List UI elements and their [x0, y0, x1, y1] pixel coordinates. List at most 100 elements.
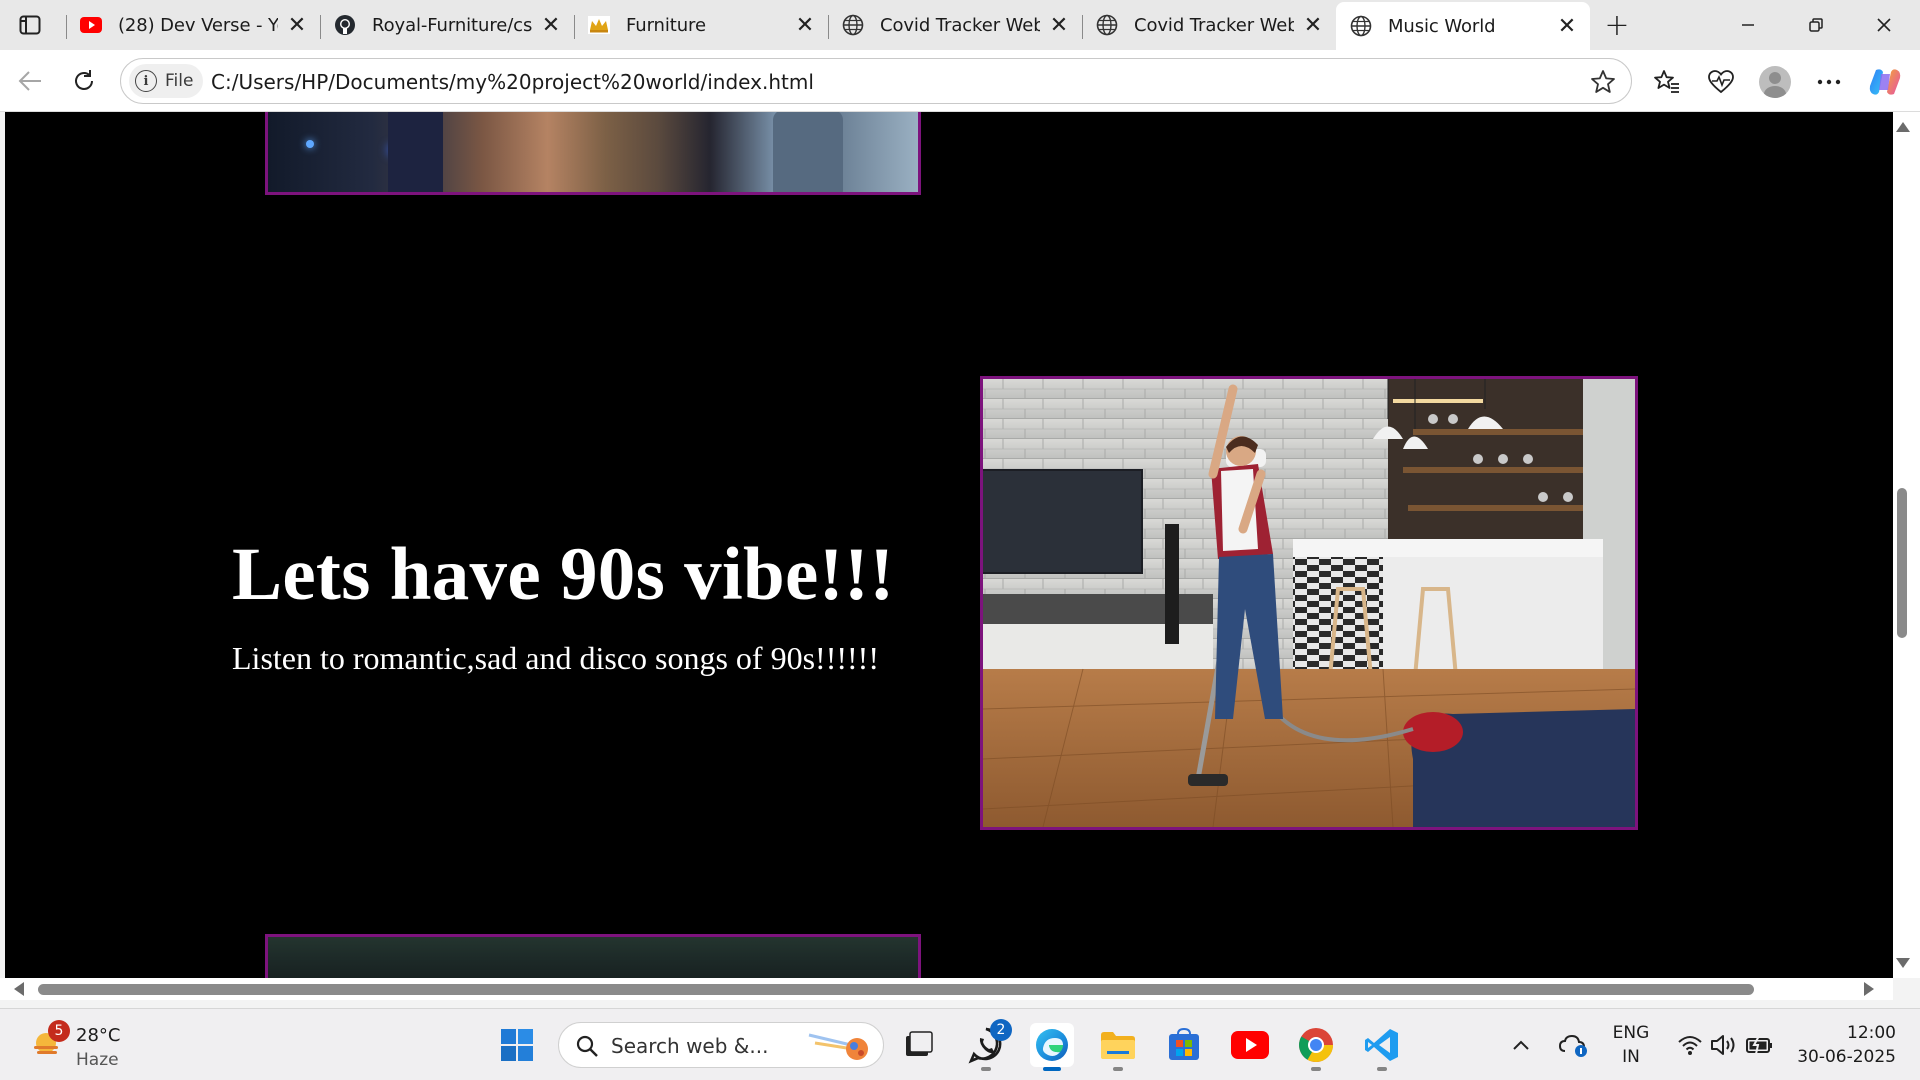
edge-browser-icon	[1036, 1029, 1068, 1061]
task-view-button[interactable]	[896, 1023, 940, 1067]
start-button[interactable]	[495, 1023, 539, 1067]
light-spot	[306, 140, 314, 148]
weather-widget[interactable]: 5 28°C Haze	[26, 1019, 156, 1071]
crown-icon	[588, 14, 610, 36]
back-arrow-icon	[18, 71, 41, 91]
scroll-left-arrow-icon[interactable]	[14, 982, 24, 996]
refresh-button[interactable]	[64, 61, 104, 101]
language-code: ENG	[1612, 1023, 1650, 1043]
folder-icon	[1101, 1032, 1135, 1059]
language-indicator[interactable]: ENG IN	[1600, 1023, 1662, 1067]
horizontal-scrollbar[interactable]	[0, 978, 1893, 1000]
plus-icon: +	[1604, 7, 1630, 43]
address-bar[interactable]: i File C:/Users/HP/Documents/my%20projec…	[120, 58, 1632, 104]
tab-separator	[1082, 15, 1083, 39]
tab-title: Covid Tracker Website	[1134, 14, 1294, 36]
chevron-up-icon	[1513, 1040, 1529, 1050]
taskbar: 5 28°C Haze Search web &... 2 ENG IN 12:…	[0, 1008, 1920, 1080]
speaker-icon	[1711, 1035, 1735, 1055]
close-icon[interactable]: ✕	[284, 12, 310, 38]
vscode-icon	[1365, 1029, 1398, 1061]
comet-illustration-icon	[808, 1033, 868, 1060]
scroll-up-arrow-icon[interactable]	[1896, 122, 1910, 132]
show-hidden-icons-button[interactable]	[1503, 1023, 1539, 1067]
person-silhouette	[388, 112, 443, 192]
tab-title: Music World	[1388, 15, 1496, 37]
weather-condition: Haze	[76, 1050, 119, 1070]
tab-furniture[interactable]: Furniture ✕	[574, 6, 828, 44]
tab-title: (28) Dev Verse - YouTube	[118, 14, 278, 36]
tab-actions-button[interactable]	[12, 10, 48, 40]
tab-covid-tracker-2[interactable]: Covid Tracker Website ✕	[1082, 6, 1336, 44]
close-icon[interactable]: ✕	[792, 12, 818, 38]
tab-covid-tracker-1[interactable]: Covid Tracker Website ✕	[828, 6, 1082, 44]
windows-logo-icon	[501, 1029, 533, 1061]
new-tab-button[interactable]: +	[1600, 7, 1634, 43]
scroll-right-arrow-icon[interactable]	[1864, 982, 1874, 996]
url-text[interactable]: C:/Users/HP/Documents/my%20project%20wor…	[211, 70, 814, 94]
page-viewport[interactable]: Lets have 90s vibe!!! Listen to romantic…	[5, 112, 1893, 978]
more-options-button[interactable]	[1810, 63, 1848, 101]
notification-badge: 2	[990, 1019, 1012, 1041]
woman-dancing-vacuum-photo	[980, 376, 1638, 830]
site-info-button[interactable]: i File	[129, 64, 204, 98]
chrome-button[interactable]	[1294, 1023, 1338, 1071]
tab-separator	[574, 15, 575, 39]
browser-essentials-button[interactable]	[1702, 63, 1740, 101]
scroll-down-arrow-icon[interactable]	[1896, 958, 1910, 968]
running-indicator	[1043, 1067, 1061, 1071]
favorites-button[interactable]	[1648, 63, 1686, 101]
vertical-scrollbar[interactable]	[1893, 112, 1920, 978]
scheme-label: File	[165, 71, 194, 91]
clock[interactable]: 12:00 30-06-2025	[1786, 1023, 1896, 1067]
edge-button[interactable]	[1030, 1023, 1074, 1071]
microsoft-store-button[interactable]	[1162, 1023, 1206, 1067]
volume-button[interactable]	[1706, 1023, 1742, 1067]
close-icon	[1877, 18, 1891, 32]
close-icon[interactable]: ✕	[1554, 13, 1580, 39]
taskbar-search[interactable]: Search web &...	[558, 1022, 884, 1068]
globe-icon	[842, 14, 864, 36]
close-icon[interactable]: ✕	[1046, 12, 1072, 38]
running-indicator	[981, 1067, 991, 1071]
youtube-app-button[interactable]	[1228, 1023, 1272, 1067]
cloud-sync-icon	[1559, 1034, 1587, 1057]
github-icon	[334, 14, 356, 36]
person-silhouette	[773, 112, 843, 192]
notification-badge: 5	[48, 1020, 70, 1042]
battery-button[interactable]	[1742, 1023, 1778, 1067]
tab-music-world[interactable]: Music World ✕	[1336, 2, 1590, 50]
close-window-button[interactable]	[1852, 0, 1916, 50]
horizontal-scroll-thumb[interactable]	[38, 984, 1754, 995]
photo-illustration	[983, 379, 1635, 827]
store-icon	[1169, 1028, 1199, 1060]
vscode-button[interactable]	[1360, 1023, 1404, 1071]
search-icon	[576, 1035, 598, 1057]
whatsapp-button[interactable]: 2	[964, 1019, 1012, 1071]
copilot-button[interactable]	[1866, 63, 1904, 101]
tab-title: Furniture	[626, 14, 706, 36]
back-button[interactable]	[10, 61, 50, 101]
file-explorer-button[interactable]	[1096, 1023, 1140, 1071]
tab-github[interactable]: Royal-Furniture/css/ ✕	[320, 6, 574, 44]
clock-time: 12:00	[1847, 1023, 1896, 1043]
vertical-scroll-thumb[interactable]	[1897, 488, 1907, 638]
network-button[interactable]	[1672, 1023, 1708, 1067]
tab-youtube[interactable]: (28) Dev Verse - YouTube ✕	[66, 6, 320, 44]
battery-charging-icon	[1746, 1035, 1772, 1055]
copilot-icon	[1869, 69, 1901, 95]
onedrive-button[interactable]	[1554, 1023, 1594, 1067]
heart-pulse-icon	[1708, 70, 1734, 94]
minimize-button[interactable]	[1716, 0, 1780, 50]
tab-strip: (28) Dev Verse - YouTube ✕ Royal-Furnitu…	[0, 0, 1920, 50]
hero-title: Lets have 90s vibe!!!	[232, 533, 895, 616]
info-icon: i	[135, 70, 157, 92]
favorite-star-icon[interactable]	[1589, 68, 1617, 96]
profile-button[interactable]	[1756, 63, 1794, 101]
people-photo	[265, 112, 921, 195]
wifi-icon	[1678, 1036, 1702, 1055]
close-icon[interactable]: ✕	[538, 12, 564, 38]
close-icon[interactable]: ✕	[1300, 12, 1326, 38]
restore-button[interactable]	[1784, 0, 1848, 50]
clock-date: 30-06-2025	[1797, 1047, 1896, 1067]
